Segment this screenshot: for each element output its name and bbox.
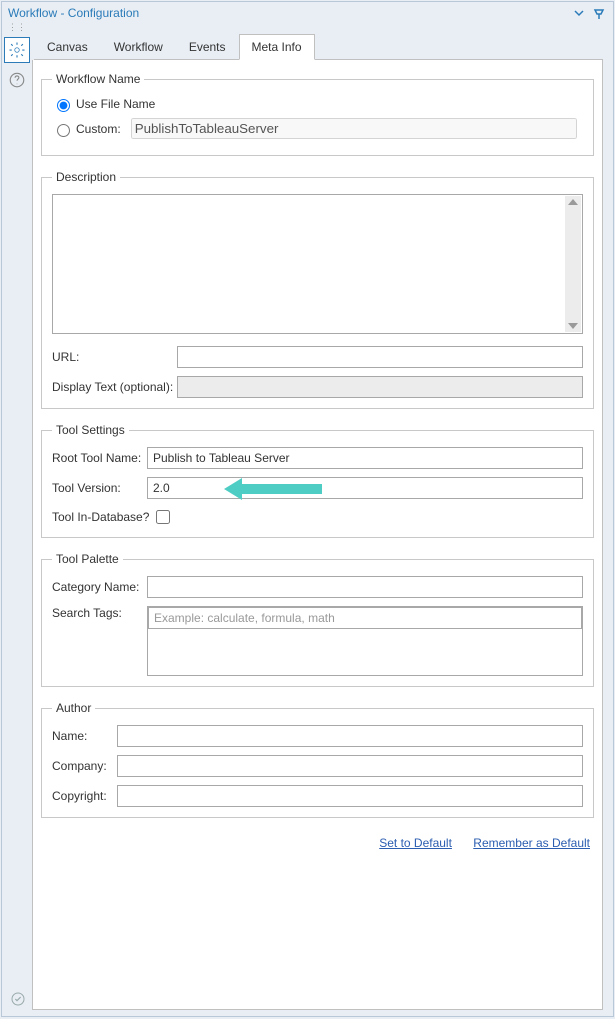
gear-icon[interactable] [4, 37, 30, 63]
input-display-text [177, 376, 583, 398]
label-in-db: Tool In-Database? [52, 510, 152, 524]
group-tool-settings: Tool Settings Root Tool Name: Tool Versi… [41, 423, 594, 538]
status-check-icon [10, 991, 26, 1010]
input-search-tags[interactable] [148, 607, 582, 629]
checkbox-in-db[interactable] [156, 510, 170, 524]
tab-bar: Canvas Workflow Events Meta Info [34, 33, 603, 60]
collapse-icon[interactable] [571, 5, 587, 21]
input-root-tool[interactable] [147, 447, 583, 469]
description-textarea[interactable] [52, 194, 583, 334]
input-company[interactable] [117, 755, 583, 777]
config-panel: Workflow - Configuration ⋮⋮ Canvas Workf… [1, 1, 614, 1017]
tab-events[interactable]: Events [176, 34, 239, 60]
label-category: Category Name: [52, 580, 147, 594]
legend-workflow-name: Workflow Name [52, 72, 144, 86]
group-description: Description URL: Display Text (optional)… [41, 170, 594, 409]
input-search-tags-box[interactable] [147, 606, 583, 676]
legend-tool-settings: Tool Settings [52, 423, 129, 437]
label-copyright: Copyright: [52, 789, 117, 803]
input-url[interactable] [177, 346, 583, 368]
input-custom-name [131, 118, 577, 139]
tab-content-metainfo: Workflow Name Use File Name Custom: Desc… [32, 60, 603, 1010]
input-copyright[interactable] [117, 785, 583, 807]
side-toolbar [2, 33, 32, 97]
legend-description: Description [52, 170, 120, 184]
label-custom: Custom: [76, 122, 121, 136]
label-use-file-name: Use File Name [76, 97, 155, 111]
radio-custom[interactable] [57, 124, 70, 137]
tab-canvas[interactable]: Canvas [34, 34, 101, 60]
label-author-name: Name: [52, 729, 117, 743]
help-icon[interactable] [4, 67, 30, 93]
link-set-default[interactable]: Set to Default [379, 836, 452, 850]
legend-author: Author [52, 701, 95, 715]
scrollbar[interactable] [565, 196, 581, 332]
group-workflow-name: Workflow Name Use File Name Custom: [41, 72, 594, 156]
label-search-tags: Search Tags: [52, 606, 147, 620]
group-tool-palette: Tool Palette Category Name: Search Tags: [41, 552, 594, 687]
group-author: Author Name: Company: Copyright: [41, 701, 594, 818]
input-category[interactable] [147, 576, 583, 598]
pin-icon[interactable] [591, 5, 607, 21]
drag-handle-icon[interactable]: ⋮⋮ [2, 22, 613, 33]
radio-use-file-name[interactable] [57, 99, 70, 112]
tab-metainfo[interactable]: Meta Info [239, 34, 315, 60]
label-tool-version: Tool Version: [52, 481, 147, 495]
label-url: URL: [52, 350, 177, 364]
label-display-text: Display Text (optional): [52, 380, 177, 394]
tab-workflow[interactable]: Workflow [101, 34, 176, 60]
label-root-tool: Root Tool Name: [52, 451, 147, 465]
panel-header: Workflow - Configuration [2, 2, 613, 24]
link-remember-default[interactable]: Remember as Default [473, 836, 590, 850]
legend-tool-palette: Tool Palette [52, 552, 123, 566]
input-author-name[interactable] [117, 725, 583, 747]
default-links: Set to Default Remember as Default [41, 832, 594, 850]
label-company: Company: [52, 759, 117, 773]
input-tool-version[interactable] [147, 477, 583, 499]
panel-title: Workflow - Configuration [8, 6, 567, 20]
